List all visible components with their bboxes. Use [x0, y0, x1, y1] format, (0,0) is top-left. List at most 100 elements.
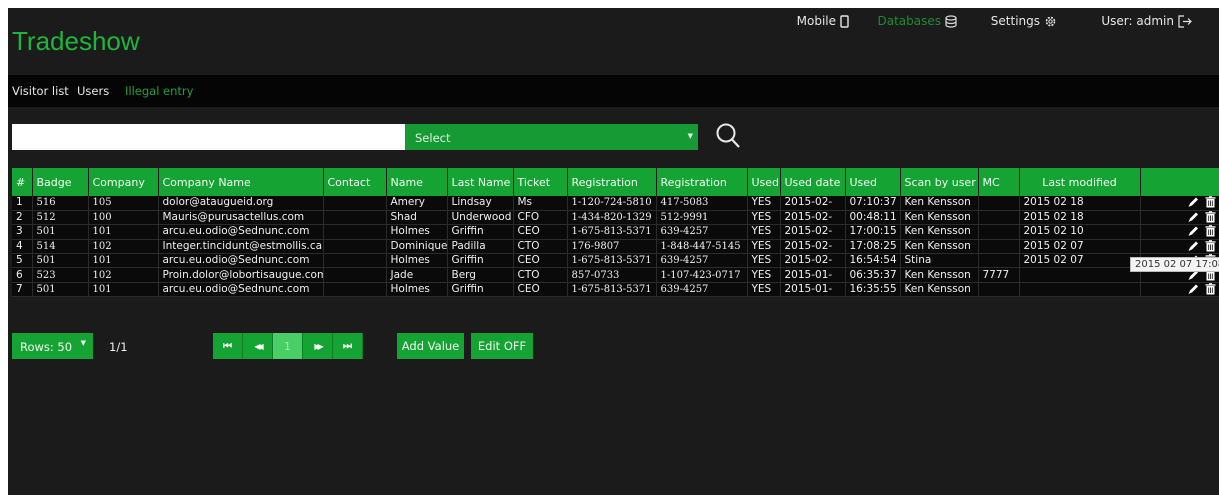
column-header[interactable] — [1140, 168, 1219, 196]
table-row[interactable]: 1 516 105 dolor@ataugueid.org Amery Lindsay Ms… — [12, 196, 1219, 211]
table-cell: 06:35:37 — [845, 267, 901, 283]
current-page-label: 1 — [284, 339, 291, 353]
table-cell: 1-434-820-1329 — [567, 210, 657, 225]
table-row[interactable]: 2 512 100 Mauris@purusactellus.com Shad Under… — [12, 210, 1219, 225]
table-cell: 639-4257 — [656, 282, 748, 297]
tab-illegal-entry[interactable]: Illegal entry — [125, 84, 193, 98]
edit-icon[interactable] — [1187, 240, 1200, 252]
table-cell: 2015 02 10 — [1019, 224, 1141, 240]
trash-icon[interactable] — [1204, 196, 1217, 208]
first-page-button[interactable]: ⏮ — [213, 333, 243, 359]
table-cell: 07:10:37 — [845, 196, 901, 211]
column-header[interactable]: Contact — [323, 168, 387, 196]
table-cell: YES — [747, 210, 781, 225]
table-row[interactable]: 5 501 101 arcu.eu.odio@Sednunc.com Holmes Gri… — [12, 253, 1219, 268]
table-cell: 7777 — [978, 267, 1020, 283]
table-cell — [1019, 282, 1141, 297]
table-row[interactable]: 4 514 102 Integer.tincidunt@estmollis.ca Dom… — [12, 239, 1219, 254]
table-cell — [323, 239, 387, 254]
row-actions — [1140, 196, 1219, 210]
prev-page-icon: ◀◀ — [254, 341, 263, 351]
table-cell — [323, 282, 387, 297]
column-header[interactable]: MC — [978, 168, 1020, 196]
table-cell: 501 — [32, 282, 89, 297]
column-header[interactable]: Scan by user — [900, 168, 979, 196]
edit-icon[interactable] — [1187, 283, 1200, 295]
filter-select[interactable]: Select ▼ — [405, 124, 698, 150]
current-page-button[interactable]: 1 — [273, 333, 303, 359]
table-cell: Griffin — [447, 282, 514, 297]
table-cell: YES — [747, 224, 781, 240]
table-cell: Griffin — [447, 224, 514, 240]
column-header[interactable]: Used — [845, 168, 901, 196]
table-cell: 1-675-813-5371 — [567, 253, 657, 268]
tab-users[interactable]: Users — [77, 84, 109, 98]
row-actions — [1140, 239, 1219, 253]
tab-visitor-list[interactable]: Visitor list — [12, 84, 69, 98]
mobile-icon — [840, 14, 849, 28]
add-value-button[interactable]: Add Value — [397, 333, 464, 359]
table-row[interactable]: 7 501 101 arcu.eu.odio@Sednunc.com Holmes Gri… — [12, 282, 1219, 297]
table-cell: 2015-02- — [780, 224, 846, 240]
table-cell: 6 — [12, 267, 33, 283]
table-cell: 176-9807 — [567, 239, 657, 254]
table-cell: YES — [747, 282, 781, 297]
column-header[interactable]: Last modified — [1019, 168, 1141, 196]
column-header[interactable]: Company — [88, 168, 159, 196]
edit-toggle-button[interactable]: Edit OFF — [471, 333, 533, 359]
nav-settings-label: Settings — [990, 14, 1040, 28]
column-header[interactable]: Used — [747, 168, 781, 196]
column-header[interactable]: Last Name — [447, 168, 514, 196]
column-header[interactable]: Registration — [656, 168, 748, 196]
column-header[interactable]: Registration — [567, 168, 657, 196]
table-cell: 2015 02 18 — [1019, 196, 1141, 211]
last-page-button[interactable]: ⏭ — [333, 333, 363, 359]
trash-icon[interactable] — [1204, 211, 1217, 223]
column-header[interactable]: # — [12, 168, 33, 196]
trash-icon[interactable] — [1204, 240, 1217, 252]
column-header[interactable]: Ticket — [513, 168, 568, 196]
table-cell: YES — [747, 267, 781, 283]
table-cell: 101 — [88, 253, 159, 268]
page-count: 1/1 — [109, 340, 128, 354]
nav-user-admin[interactable]: User: admin — [1101, 14, 1192, 28]
edit-icon[interactable] — [1187, 225, 1200, 237]
trash-icon[interactable] — [1204, 283, 1217, 295]
table-cell: CFO — [513, 210, 568, 225]
tab-bar: Visitor list Users Illegal entry — [8, 75, 1219, 107]
table-header-row: # Badge Company Company Name Contact Name Last… — [12, 168, 1219, 196]
edit-icon[interactable] — [1187, 211, 1200, 223]
column-header[interactable]: Company Name — [158, 168, 324, 196]
table-cell: 1-848-447-5145 — [656, 239, 748, 254]
table-row[interactable]: 3 501 101 arcu.eu.odio@Sednunc.com Holmes Gri… — [12, 224, 1219, 240]
table-cell: dolor@ataugueid.org — [158, 196, 324, 211]
column-header[interactable]: Name — [386, 168, 448, 196]
rows-per-page-select[interactable]: Rows: 50 ▼ — [12, 333, 93, 359]
logout-icon — [1178, 14, 1192, 28]
row-actions — [1140, 282, 1219, 296]
nav-databases[interactable]: Databases — [877, 14, 957, 28]
trash-icon[interactable] — [1204, 225, 1217, 237]
next-page-button[interactable]: ▶▶ — [303, 333, 333, 359]
table-row[interactable]: 6 523 102 Proin.dolor@lobortisaugue.com Jade… — [12, 267, 1219, 283]
table-cell — [978, 196, 1020, 211]
table-cell — [978, 239, 1020, 254]
table-cell: 516 — [32, 196, 89, 211]
table-cell: 2015 02 07 — [1019, 253, 1141, 268]
edit-icon[interactable] — [1187, 196, 1200, 208]
column-header[interactable]: Used date — [780, 168, 846, 196]
table-cell: 4 — [12, 239, 33, 254]
search-icon[interactable] — [712, 120, 744, 152]
tooltip: 2015 02 07 17:08:28 — [1130, 257, 1219, 272]
nav-mobile[interactable]: Mobile — [797, 14, 849, 28]
nav-settings[interactable]: Settings — [991, 14, 1057, 28]
table-cell: 100 — [88, 210, 159, 225]
row-actions — [1140, 210, 1219, 224]
table-cell: YES — [747, 239, 781, 254]
table-cell: 2 — [12, 210, 33, 225]
prev-page-button[interactable]: ◀◀ — [243, 333, 273, 359]
table-cell — [978, 282, 1020, 297]
column-header[interactable]: Badge — [32, 168, 89, 196]
search-input[interactable] — [12, 124, 405, 150]
table-cell: Ken Kensson — [900, 282, 979, 297]
